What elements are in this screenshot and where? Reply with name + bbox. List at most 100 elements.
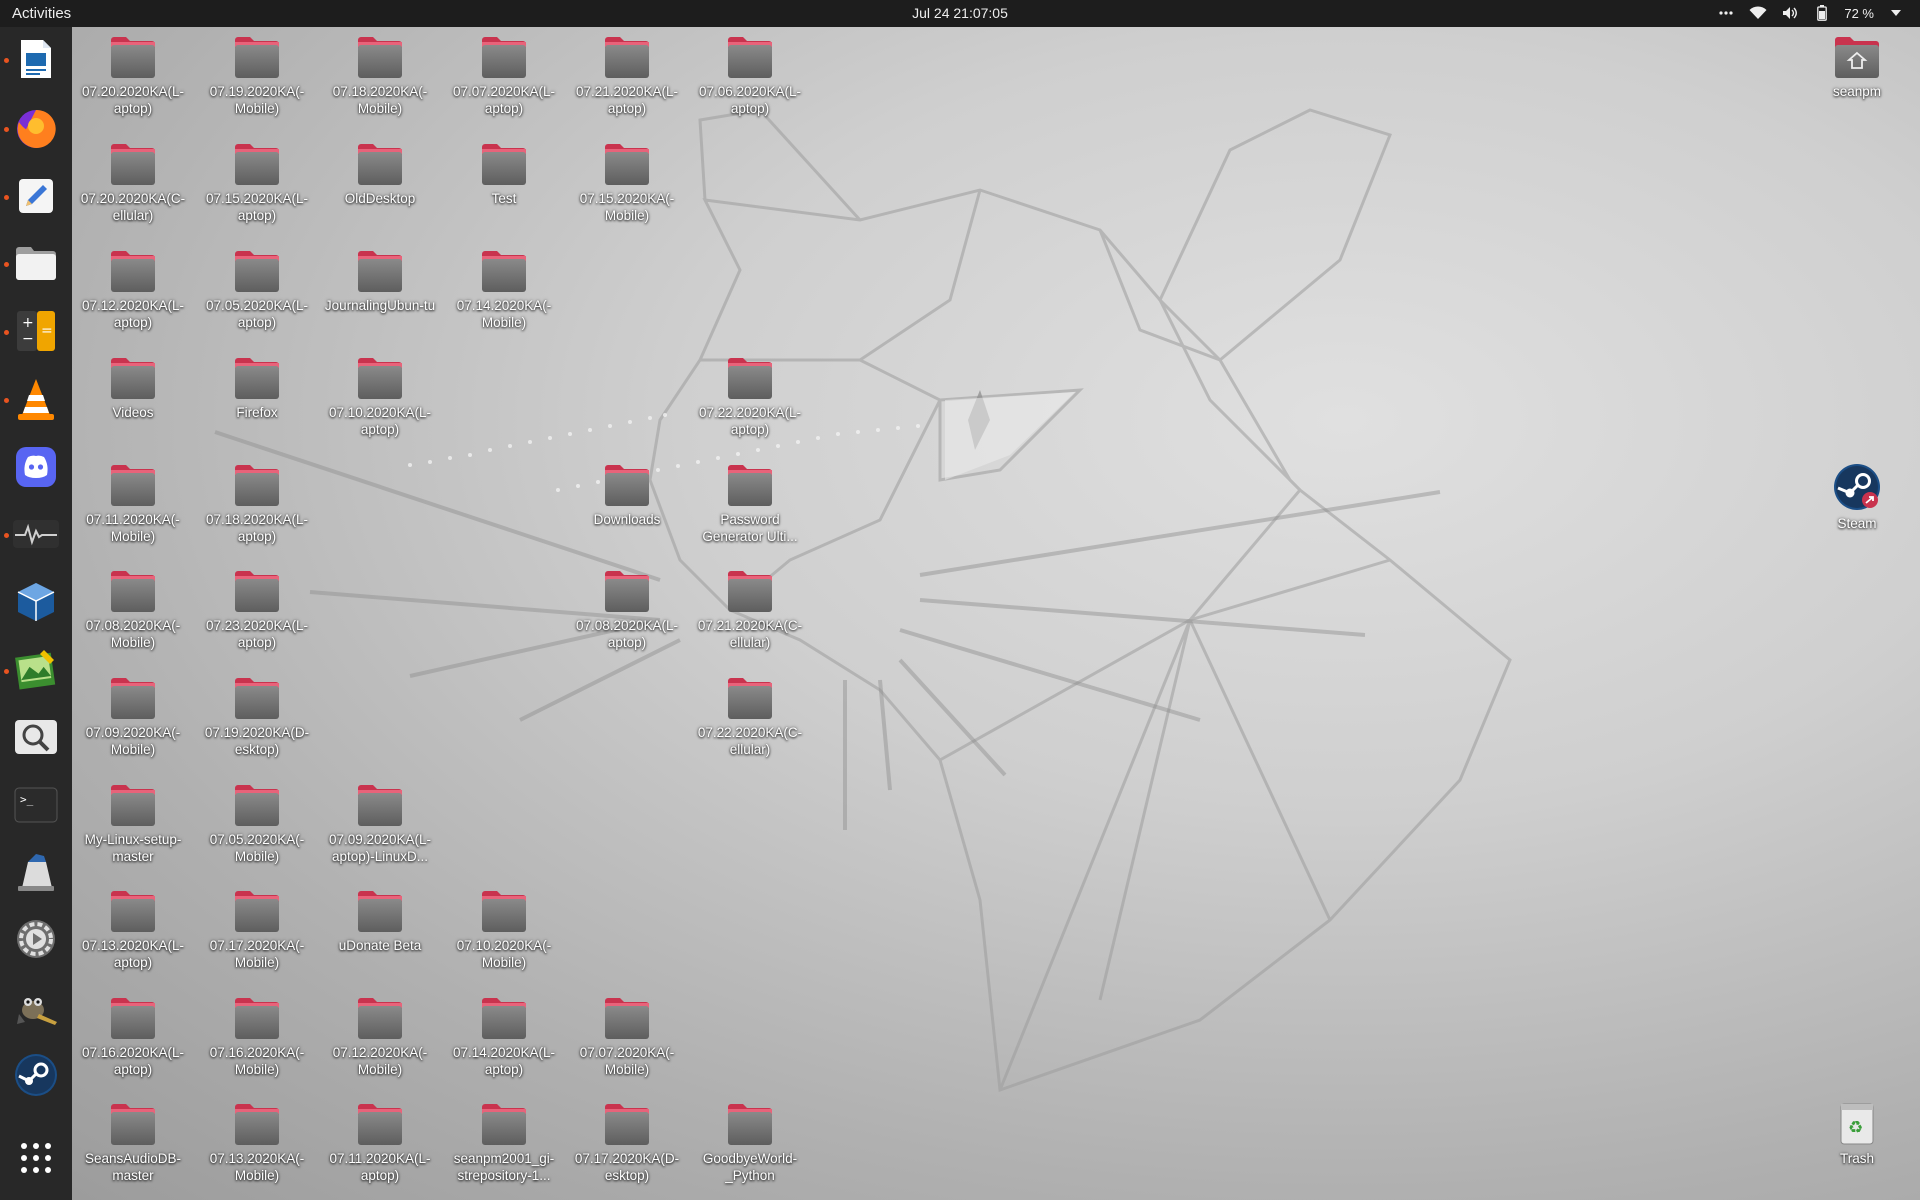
desktop-folder-07-10-2020ka-l-aptop[interactable]: 07.10.2020KA(L-aptop) (323, 355, 437, 438)
desktop-folder-seanpm2001-gi-strepository-1[interactable]: seanpm2001_gi-strepository-1... (447, 1101, 561, 1184)
desktop-folder-07-22-2020ka-l-aptop[interactable]: 07.22.2020KA(L-aptop) (693, 355, 807, 438)
desktop-folder-my-linux-setup-master[interactable]: My-Linux-setup-master (76, 782, 190, 865)
desktop-folder-videos[interactable]: Videos (76, 355, 190, 421)
desktop-folder-07-16-2020ka-l-aptop[interactable]: 07.16.2020KA(L-aptop) (76, 995, 190, 1078)
desktop-launcher-steam[interactable]: Steam (1800, 462, 1914, 532)
files-icon (15, 245, 57, 286)
dock-item-discord[interactable] (11, 444, 61, 494)
desktop-folder-07-22-2020ka-c-ellular[interactable]: 07.22.2020KA(C-ellular) (693, 675, 807, 758)
running-indicator (4, 195, 9, 200)
desktop-item-label: 07.16.2020KA(L-aptop) (81, 1045, 185, 1077)
desktop-folder-07-08-2020ka-l-aptop[interactable]: 07.08.2020KA(L-aptop) (570, 568, 684, 651)
folder-icon (693, 355, 807, 401)
desktop-folder-07-14-2020ka-l-aptop[interactable]: 07.14.2020KA(L-aptop) (447, 995, 561, 1078)
desktop-item-label: 07.12.2020KA(L-aptop) (81, 298, 185, 330)
desktop-folder-07-08-2020ka-mobile[interactable]: 07.08.2020KA(-Mobile) (76, 568, 190, 651)
activities-button[interactable]: Activities (12, 5, 71, 22)
svg-text:=: = (41, 323, 53, 339)
desktop-folder-07-17-2020ka-d-esktop[interactable]: 07.17.2020KA(D-esktop) (570, 1101, 684, 1184)
desktop-folder-07-13-2020ka-l-aptop[interactable]: 07.13.2020KA(L-aptop) (76, 888, 190, 971)
dock-item-vlc[interactable] (11, 376, 61, 426)
folder-icon (323, 782, 437, 828)
desktop-folder-test[interactable]: Test (447, 141, 561, 207)
dock-item-settings[interactable] (11, 916, 61, 966)
clock[interactable]: Jul 24 21:07:05 (0, 5, 1920, 21)
desktop-folder-07-19-2020ka-d-esktop[interactable]: 07.19.2020KA(D-esktop) (200, 675, 314, 758)
desktop-folder-07-12-2020ka-l-aptop[interactable]: 07.12.2020KA(L-aptop) (76, 248, 190, 331)
desktop-folder-07-21-2020ka-c-ellular[interactable]: 07.21.2020KA(C-ellular) (693, 568, 807, 651)
dock-item-calculator[interactable]: + − = (11, 308, 61, 358)
dock-item-text-editor[interactable] (11, 173, 61, 223)
desktop-folder-password-generator-ulti[interactable]: Password Generator Ulti... (693, 462, 807, 545)
desktop-folder-07-05-2020ka-mobile[interactable]: 07.05.2020KA(-Mobile) (200, 782, 314, 865)
folder-icon (200, 34, 314, 80)
desktop-item-label: 07.23.2020KA(L-aptop) (205, 618, 309, 650)
desktop-folder-07-09-2020ka-l-aptop-linuxd[interactable]: 07.09.2020KA(L-aptop)-LinuxD... (323, 782, 437, 865)
desktop-item-label: 07.10.2020KA(L-aptop) (328, 405, 432, 437)
desktop-folder-07-20-2020ka-c-ellular[interactable]: 07.20.2020KA(C-ellular) (76, 141, 190, 224)
desktop-folder-07-12-2020ka-mobile[interactable]: 07.12.2020KA(-Mobile) (323, 995, 437, 1078)
desktop-folder-07-18-2020ka-l-aptop[interactable]: 07.18.2020KA(L-aptop) (200, 462, 314, 545)
desktop-folder-07-16-2020ka-mobile[interactable]: 07.16.2020KA(-Mobile) (200, 995, 314, 1078)
desktop-item-label: 07.15.2020KA(-Mobile) (579, 191, 675, 223)
dock-item-steam[interactable] (11, 1052, 61, 1102)
folder-icon (323, 141, 437, 187)
desktop-folder-olddesktop[interactable]: OldDesktop (323, 141, 437, 207)
folder-icon (200, 568, 314, 614)
desktop-folder-downloads[interactable]: Downloads (570, 462, 684, 528)
settings-icon (14, 917, 58, 966)
folder-icon (570, 1101, 684, 1147)
desktop-folder-07-05-2020ka-l-aptop[interactable]: 07.05.2020KA(L-aptop) (200, 248, 314, 331)
desktop-item-label: 07.16.2020KA(-Mobile) (209, 1045, 305, 1077)
desktop-folder-07-18-2020ka-mobile[interactable]: 07.18.2020KA(-Mobile) (323, 34, 437, 117)
desktop-folder-07-07-2020ka-mobile[interactable]: 07.07.2020KA(-Mobile) (570, 995, 684, 1078)
desktop-folder-07-11-2020ka-l-aptop[interactable]: 07.11.2020KA(L-aptop) (323, 1101, 437, 1184)
desktop-folder-firefox[interactable]: Firefox (200, 355, 314, 421)
battery-percentage: 72 % (1844, 5, 1874, 21)
chevron-down-icon[interactable] (1886, 3, 1906, 23)
dock-item-gimp[interactable] (11, 985, 61, 1035)
dock-item-virtualbox[interactable] (11, 579, 61, 629)
folder-icon (76, 462, 190, 508)
desktop-folder-07-11-2020ka-mobile[interactable]: 07.11.2020KA(-Mobile) (76, 462, 190, 545)
folder-icon (76, 782, 190, 828)
desktop-folder-goodbyeworld-python[interactable]: GoodbyeWorld-_Python (693, 1101, 807, 1184)
desktop-item-label: 07.11.2020KA(L-aptop) (329, 1151, 431, 1183)
folder-icon (76, 355, 190, 401)
desktop-item-label: 07.10.2020KA(-Mobile) (456, 938, 552, 970)
dock-item-files[interactable] (11, 240, 61, 290)
desktop-trash-trash[interactable]: ♻ Trash (1800, 1101, 1914, 1167)
desktop-folder-journalingubun-tu[interactable]: JournalingUbun-tu (323, 248, 437, 314)
desktop-folder-07-10-2020ka-mobile[interactable]: 07.10.2020KA(-Mobile) (447, 888, 561, 971)
desktop-folder-seansaudiodb-master[interactable]: SeansAudioDB-master (76, 1101, 190, 1184)
dock-item-screenshot[interactable] (11, 849, 61, 899)
desktop-folder-07-20-2020ka-l-aptop[interactable]: 07.20.2020KA(L-aptop) (76, 34, 190, 117)
system-tray[interactable]: 72 % (1716, 3, 1906, 23)
dock-item-magnifier[interactable] (11, 714, 61, 764)
folder-icon (200, 248, 314, 294)
desktop-folder-07-07-2020ka-l-aptop[interactable]: 07.07.2020KA(L-aptop) (447, 34, 561, 117)
dock-item-terminal[interactable]: >_ (11, 782, 61, 832)
desktop-home-seanpm[interactable]: seanpm (1800, 34, 1914, 100)
desktop-folder-07-21-2020ka-l-aptop[interactable]: 07.21.2020KA(L-aptop) (570, 34, 684, 117)
dock-item-system-monitor[interactable] (11, 511, 61, 561)
desktop-item-label: Password Generator Ulti... (702, 512, 798, 544)
dock-item-image-viewer[interactable] (11, 647, 61, 697)
desktop-folder-07-17-2020ka-mobile[interactable]: 07.17.2020KA(-Mobile) (200, 888, 314, 971)
more-icon[interactable] (1716, 3, 1736, 23)
dock-item-app-grid[interactable] (11, 1135, 61, 1185)
desktop-folder-07-23-2020ka-l-aptop[interactable]: 07.23.2020KA(L-aptop) (200, 568, 314, 651)
dock-item-writer[interactable] (11, 36, 61, 86)
desktop-folder-07-14-2020ka-mobile[interactable]: 07.14.2020KA(-Mobile) (447, 248, 561, 331)
dock-item-firefox[interactable] (11, 105, 61, 155)
desktop-folder-07-06-2020ka-l-aptop[interactable]: 07.06.2020KA(L-aptop) (693, 34, 807, 117)
desktop-item-label: 07.19.2020KA(-Mobile) (209, 84, 305, 116)
desktop-folder-07-13-2020ka-mobile[interactable]: 07.13.2020KA(-Mobile) (200, 1101, 314, 1184)
desktop-folder-07-15-2020ka-mobile[interactable]: 07.15.2020KA(-Mobile) (570, 141, 684, 224)
desktop-item-label: Firefox (236, 405, 278, 420)
desktop-folder-07-19-2020ka-mobile[interactable]: 07.19.2020KA(-Mobile) (200, 34, 314, 117)
desktop-folder-udonate-beta[interactable]: uDonate Beta (323, 888, 437, 954)
desktop-folder-07-09-2020ka-mobile[interactable]: 07.09.2020KA(-Mobile) (76, 675, 190, 758)
battery-icon (1812, 3, 1832, 23)
desktop-folder-07-15-2020ka-l-aptop[interactable]: 07.15.2020KA(L-aptop) (200, 141, 314, 224)
